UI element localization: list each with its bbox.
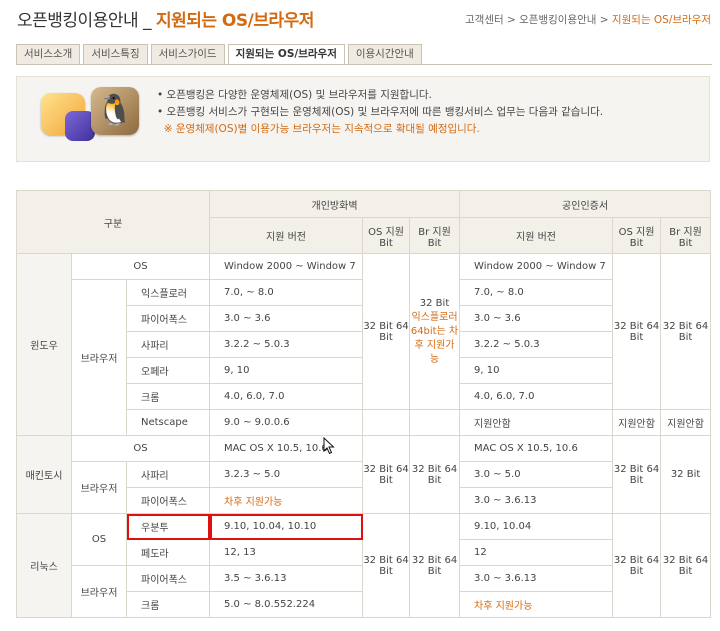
breadcrumb-item-home[interactable]: 고객센터 [465,14,504,26]
cell-fw-version: 3.2.2 ~ 5.0.3 [209,331,363,358]
notice-text: • 오픈뱅킹은 다양한 운영체제(OS) 및 브라우저를 지원합니다. • 오픈… [157,87,603,138]
cell-cert-version: 3.2.2 ~ 5.0.3 [459,331,614,358]
browser-name: 사파리 [126,331,210,358]
cell-cert-version: 12 [459,539,614,566]
cell-fw-version: 3.5 ~ 3.6.13 [209,565,363,592]
header-fw-os-bit: OS 지원 Bit [362,217,410,254]
cell-fw-br-bit: 32 Bit 64 Bit [408,513,461,618]
header-category: 구분 [16,190,210,254]
header-fw-version: 지원 버전 [209,217,363,254]
cell-fw-br-bit: 32 Bit 64 Bit [408,435,461,514]
cell-fw-version: 9.0 ~ 9.0.0.6 [209,409,363,436]
cell-cert-os-bit: 32 Bit 64 Bit [612,435,662,514]
os-name-highlighted: 우분투 [126,513,210,540]
cell-fw-version: 3.0 ~ 3.6 [209,305,363,332]
cell-fw-os-bit: 32 Bit 64 Bit [362,253,410,410]
cell-cert-os-bit: 32 Bit 64 Bit [612,253,662,410]
cell-cert-os-bit: 32 Bit 64 Bit [612,513,662,618]
fw-br-bit-value: 32 Bit [419,297,450,309]
cell-cert-version: 9, 10 [459,357,614,384]
cell-cert-version: 9.10, 10.04 [459,513,614,540]
browser-name: 사파리 [126,461,210,488]
header-firewall: 개인방화벽 [208,190,461,218]
page-title: 오픈뱅킹이용안내 _ 지원되는 OS/브라우저 [17,6,314,31]
header-cert-br-bit: Br 지원 Bit [660,217,712,254]
cell-fw-version: Window 2000 ~ Window 7 [209,253,363,280]
tab-service-features[interactable]: 서비스특징 [83,44,148,64]
row-label-browser: 브라우저 [71,461,127,514]
cell-fw-version: 4.0, 6.0, 7.0 [209,383,363,410]
breadcrumb-item-current: 지원되는 OS/브라우저 [611,14,711,26]
cell-cert-os-bit: 지원안함 [612,409,662,436]
fw-br-bit-note: 익스플로러 64bit는 차후 지원가능 [410,311,459,365]
cell-cert-version: 4.0, 6.0, 7.0 [459,383,614,410]
linux-penguin-icon: 🐧 [91,87,139,135]
cell-fw-version: 5.0 ~ 8.0.552.224 [209,591,363,618]
cell-fw-version: 12, 13 [209,539,363,566]
cell-cert-br-bit: 32 Bit [660,435,712,514]
cell-cert-version: MAC OS X 10.5, 10.6 [459,435,614,462]
cell-fw-version: 3.2.3 ~ 5.0 [209,461,363,488]
header-cert-os-bit: OS 지원 Bit [612,217,662,254]
browser-name: 크롬 [126,591,210,618]
row-label-browser: 브라우저 [71,565,127,618]
cell-fw-version: MAC OS X 10.5, 10.6 [209,435,363,462]
title-separator: _ [143,11,152,31]
tab-service-intro[interactable]: 서비스소개 [16,44,81,64]
row-label-os: OS [71,253,210,280]
browser-name: 크롬 [126,383,210,410]
cell-fw-br-bit: 32 Bit 익스플로러 64bit는 차후 지원가능 [408,253,461,410]
title-sub: 지원되는 OS/브라우저 [155,11,314,31]
row-label-os: OS [71,513,127,566]
os-linux: 리눅스 [16,513,72,618]
cell-cert-version: 3.0 ~ 3.6 [459,305,614,332]
tab-divider [16,64,712,65]
cell-cert-br-bit: 지원안함 [660,409,712,436]
cell-fw-os-bit: 32 Bit 64 Bit [362,513,410,618]
support-table: 구분 개인방화벽 공인인증서 지원 버전 OS 지원 Bit Br 지원 Bit… [16,190,712,618]
header-fw-br-bit: Br 지원 Bit [408,217,461,254]
header-certificate: 공인인증서 [459,190,712,218]
tab-bar: 서비스소개 서비스특징 서비스가이드 지원되는 OS/브라우저 이용시간안내 [16,44,425,65]
browser-name: 파이어폭스 [126,487,210,514]
notice-line-1: • 오픈뱅킹은 다양한 운영체제(OS) 및 브라우저를 지원합니다. [157,89,432,101]
tab-service-guide[interactable]: 서비스가이드 [150,44,225,64]
cell-fw-version-highlighted: 9.10, 10.04, 10.10 [209,513,363,540]
notice-box: 🐧 • 오픈뱅킹은 다양한 운영체제(OS) 및 브라우저를 지원합니다. • … [16,76,710,162]
cell-cert-version: 차후 지원가능 [459,591,614,618]
header-cert-version: 지원 버전 [459,217,614,254]
cell-fw-version: 7.0, ~ 8.0 [209,279,363,306]
os-mac: 매킨토시 [16,435,72,514]
browser-name: 익스플로러 [126,279,210,306]
cell-cert-version: 3.0 ~ 3.6.13 [459,487,614,514]
tab-service-hours[interactable]: 이용시간안내 [347,44,422,64]
cell-cert-version: 3.0 ~ 3.6.13 [459,565,614,592]
cell-cert-version: 지원안함 [459,409,614,436]
cell-fw-version: 9, 10 [209,357,363,384]
cell-fw-version: 차후 지원가능 [209,487,363,514]
tab-supported-os[interactable]: 지원되는 OS/브라우저 [227,44,345,65]
browser-name: Netscape [126,409,210,436]
cell-cert-br-bit: 32 Bit 64 Bit [660,253,712,410]
cell-fw-br-bit [408,409,461,436]
mouse-pointer-icon [323,437,335,455]
os-windows: 윈도우 [16,253,72,436]
cell-cert-version: 7.0, ~ 8.0 [459,279,614,306]
cell-cert-version: 3.0 ~ 5.0 [459,461,614,488]
cell-fw-os-bit [362,409,410,436]
row-label-os: OS [71,435,210,462]
cell-cert-br-bit: 32 Bit 64 Bit [660,513,712,618]
row-label-browser: 브라우저 [71,279,127,436]
browser-name: 파이어폭스 [126,565,210,592]
cell-fw-os-bit: 32 Bit 64 Bit [362,435,410,514]
browser-name: 오페라 [126,357,210,384]
browser-name: 파이어폭스 [126,305,210,332]
notice-line-2: • 오픈뱅킹 서비스가 구현되는 운영체제(OS) 및 브라우저에 따른 뱅킹서… [157,106,604,118]
os-name: 페도라 [126,539,210,566]
cell-cert-version: Window 2000 ~ Window 7 [459,253,614,280]
notice-line-3: ※ 운영체제(OS)별 이용가능 브라우저는 지속적으로 확대될 예정입니다. [163,123,480,135]
title-main: 오픈뱅킹이용안내 [17,11,139,31]
breadcrumb-item-openbanking[interactable]: 오픈뱅킹이용안내 [519,14,596,26]
breadcrumb: 고객센터 > 오픈뱅킹이용안내 > 지원되는 OS/브라우저 [465,14,711,26]
